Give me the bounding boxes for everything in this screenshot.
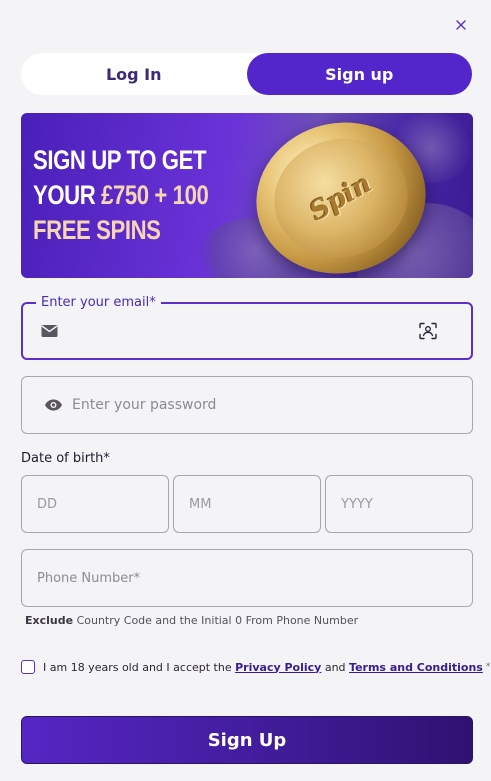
required-mark: * — [485, 662, 491, 672]
eye-icon[interactable] — [44, 399, 63, 412]
terms-prefix: I am 18 years old and I accept the — [43, 660, 236, 674]
password-field — [21, 376, 473, 434]
banner-line-2: YOUR £750 + 100 — [33, 178, 209, 213]
banner-line-2-white: YOUR — [33, 180, 102, 210]
phone-input[interactable] — [37, 550, 457, 606]
password-input[interactable] — [72, 377, 452, 433]
banner-offer-amount: £750 + 100 — [101, 180, 209, 210]
email-input[interactable] — [69, 304, 409, 358]
dob-label: Date of birth* — [21, 451, 110, 466]
email-field: Enter your email* — [21, 295, 473, 360]
terms-row: I am 18 years old and I accept the Priva… — [21, 660, 490, 674]
envelope-icon — [41, 325, 58, 338]
dob-month-input[interactable] — [189, 476, 306, 532]
tab-login[interactable]: Log In — [21, 53, 247, 95]
contact-card-icon[interactable] — [419, 322, 437, 340]
tab-signup[interactable]: Sign up — [246, 53, 472, 95]
phone-hint-text: Country Code and the Initial 0 From Phon… — [73, 614, 359, 627]
phone-hint-bold: Exclude — [25, 614, 74, 627]
coin-logo: Spin — [305, 168, 377, 228]
privacy-policy-link[interactable]: Privacy Policy — [235, 661, 321, 674]
dob-month-field — [173, 475, 321, 533]
phone-hint: Exclude Country Code and the Initial 0 F… — [25, 614, 358, 627]
signup-modal: Log In Sign up Spin SIGN UP TO GET YOUR … — [0, 0, 491, 781]
banner-headline: SIGN UP TO GET YOUR £750 + 100 FREE SPIN… — [33, 143, 209, 248]
coin-face: Spin — [263, 126, 419, 270]
dob-day-input[interactable] — [37, 476, 154, 532]
phone-field — [21, 549, 473, 607]
terms-middle: and — [321, 660, 350, 674]
dob-day-field — [21, 475, 169, 533]
age-terms-checkbox[interactable] — [21, 660, 35, 674]
close-icon — [456, 20, 466, 30]
close-button[interactable] — [452, 16, 470, 34]
banner-line-1: SIGN UP TO GET — [33, 145, 207, 175]
terms-conditions-link[interactable]: Terms and Conditions — [349, 661, 483, 674]
dob-year-input[interactable] — [341, 476, 458, 532]
auth-tabs: Log In Sign up — [21, 53, 472, 95]
dob-year-field — [325, 475, 473, 533]
banner-line-3: FREE SPINS — [33, 215, 161, 245]
promo-banner: Spin SIGN UP TO GET YOUR £750 + 100 FREE… — [21, 113, 473, 278]
signup-submit-button[interactable]: Sign Up — [21, 716, 473, 764]
